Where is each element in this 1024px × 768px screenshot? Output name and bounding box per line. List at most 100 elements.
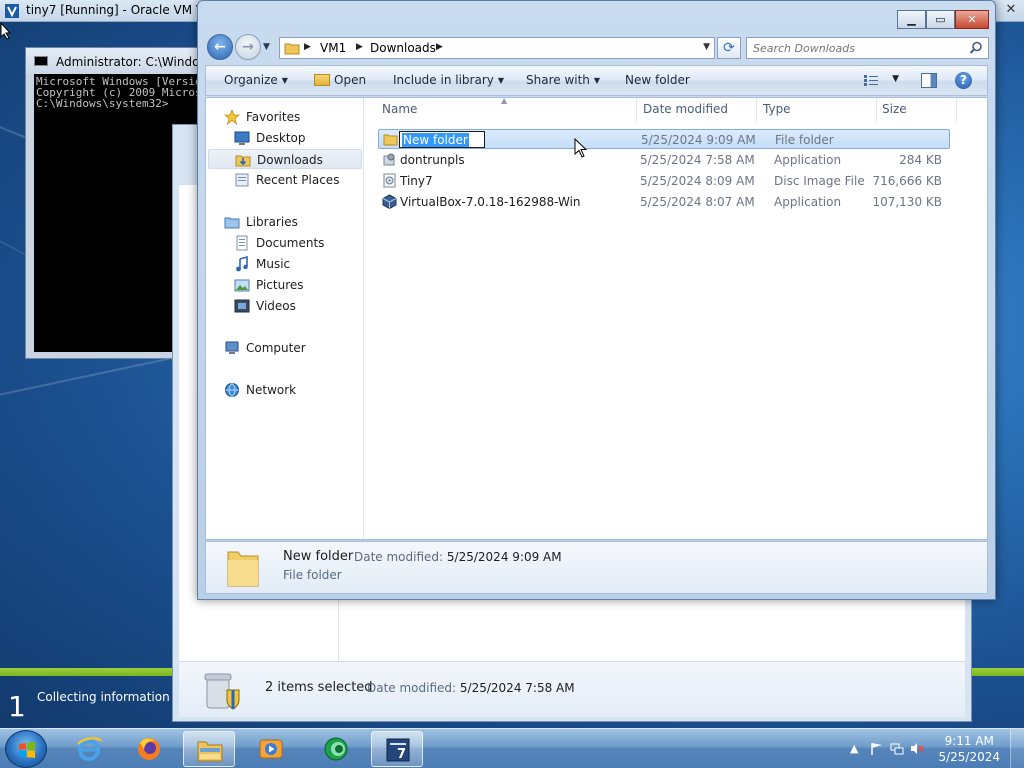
close-button[interactable]: ✕ <box>955 10 989 29</box>
file-list[interactable]: ▲ Name Date modified Type Size New folde… <box>364 96 987 539</box>
volume-muted-icon[interactable] <box>910 742 924 755</box>
column-divider[interactable] <box>636 98 637 122</box>
system-tray: ▲ 9:11 AM 5/25/2024 <box>834 729 1024 768</box>
rename-input[interactable]: New folder <box>399 131 485 148</box>
internet-explorer-icon <box>77 737 103 761</box>
nav-item-documents[interactable]: Documents <box>234 233 354 253</box>
view-options-dropdown-icon[interactable]: ▼ <box>892 74 899 84</box>
action-center-flag-icon[interactable] <box>870 742 884 755</box>
host-close-button[interactable]: ✕ <box>1002 2 1020 18</box>
console-icon <box>34 56 48 66</box>
mouse-cursor-icon <box>574 138 588 158</box>
nav-item-pictures[interactable]: Pictures <box>234 275 354 295</box>
recent-pages-dropdown[interactable]: ▼ <box>263 42 270 52</box>
start-button[interactable] <box>5 730 47 768</box>
chevron-down-icon: ▼ <box>593 76 601 85</box>
console-line: C:\Windows\system32> <box>36 97 169 110</box>
taskbar-firefox[interactable] <box>123 731 175 767</box>
open-button[interactable]: Open <box>314 73 366 87</box>
search-box[interactable] <box>746 37 989 59</box>
share-with-button[interactable]: Share with ▼ <box>526 73 600 87</box>
change-view-icon[interactable] <box>863 74 879 87</box>
cmd-title-bar[interactable]: Administrator: C:\Windows\system32\cmd.e… <box>26 48 333 74</box>
organize-button[interactable]: Organize ▼ <box>224 73 288 87</box>
column-header-name[interactable]: Name <box>382 102 417 116</box>
include-in-library-label: Include in library <box>393 73 494 87</box>
address-dropdown-icon[interactable]: ▼ <box>703 42 710 52</box>
file-row-tiny7[interactable]: Tiny7 5/25/2024 8:09 AM Disc Image File … <box>378 171 950 191</box>
minimize-button[interactable]: ▁ <box>897 10 926 29</box>
file-row-new-folder[interactable]: New folder 5/25/2024 9:09 AM File folder <box>378 129 950 149</box>
column-divider[interactable] <box>756 98 757 122</box>
nav-item-videos[interactable]: Videos <box>234 296 354 316</box>
nav-item-recent-places[interactable]: Recent Places <box>234 170 362 190</box>
nav-label: Pictures <box>256 278 304 292</box>
explorer-window[interactable]: ▁ ▭ ✕ ← → ▼ ▶ VM1 ▶ Downloads ▶ ▼ ⟳ Orga <box>197 0 996 600</box>
rename-selected-text: New folder <box>402 133 469 147</box>
maximize-button[interactable]: ▭ <box>926 10 955 29</box>
column-header-size[interactable]: Size <box>882 102 907 116</box>
nav-label: Videos <box>256 299 296 313</box>
nav-item-downloads[interactable]: Downloads <box>208 149 362 169</box>
network-tray-icon[interactable] <box>890 742 904 755</box>
caption-buttons: ▁ ▭ ✕ <box>897 10 989 29</box>
clock[interactable]: 9:11 AM 5/25/2024 <box>938 733 1000 765</box>
file-type: Disc Image File <box>774 174 865 188</box>
breadcrumb-separator-icon[interactable]: ▶ <box>304 42 311 52</box>
network-icon <box>225 383 239 398</box>
breadcrumb-separator-icon[interactable]: ▶ <box>436 42 443 52</box>
application-icon <box>383 153 395 166</box>
help-icon[interactable]: ? <box>955 72 972 89</box>
taskbar-windows-explorer[interactable] <box>183 731 235 767</box>
new-folder-button[interactable]: New folder <box>625 73 690 87</box>
show-desktop-button[interactable] <box>1010 729 1024 768</box>
nav-item-libraries[interactable]: Libraries <box>224 212 354 232</box>
search-input[interactable] <box>747 38 967 58</box>
taskbar-green-app[interactable] <box>310 731 362 767</box>
column-divider[interactable] <box>876 98 877 122</box>
clock-date: 5/25/2024 <box>938 750 1000 764</box>
file-date: 5/25/2024 8:09 AM <box>640 174 755 188</box>
breadcrumb-vm1[interactable]: VM1 <box>320 41 346 55</box>
show-hidden-icons-icon[interactable]: ▲ <box>850 742 864 755</box>
address-row: ← → ▼ ▶ VM1 ▶ Downloads ▶ ▼ ⟳ <box>205 33 989 61</box>
column-header-date-modified[interactable]: Date modified <box>643 102 728 116</box>
file-row-virtualbox-installer[interactable]: VirtualBox-7.0.18-162988-Win 5/25/2024 8… <box>378 192 950 212</box>
recent-places-icon <box>235 173 249 187</box>
taskbar-virtualbox[interactable]: 7 <box>371 731 423 767</box>
breadcrumb-separator-icon[interactable]: ▶ <box>356 42 363 52</box>
documents-icon <box>236 235 248 251</box>
column-header-type[interactable]: Type <box>763 102 791 116</box>
nav-item-favorites[interactable]: Favorites <box>224 107 354 127</box>
desktop-icon <box>234 131 250 145</box>
column-divider[interactable] <box>956 98 957 122</box>
nav-item-desktop[interactable]: Desktop <box>234 128 354 148</box>
status-date-value: 5/25/2024 7:58 AM <box>459 681 575 695</box>
taskbar-media-player[interactable] <box>245 731 297 767</box>
file-type: Application <box>774 195 842 209</box>
clock-time: 9:11 AM <box>944 734 994 748</box>
nav-item-network[interactable]: Network <box>224 380 354 400</box>
breadcrumb-downloads[interactable]: Downloads <box>370 41 436 55</box>
include-in-library-button[interactable]: Include in library ▼ <box>393 73 504 87</box>
file-row-dontrunpls[interactable]: dontrunpls 5/25/2024 7:58 AM Application… <box>378 150 950 170</box>
file-type: Application <box>774 153 842 167</box>
preview-pane-icon[interactable] <box>921 73 937 88</box>
details-date-value: 5/25/2024 9:09 AM <box>446 550 562 564</box>
nav-label: Favorites <box>246 110 301 124</box>
search-icon[interactable] <box>969 41 983 55</box>
downloads-folder-icon <box>235 155 251 167</box>
refresh-button[interactable]: ⟳ <box>717 37 741 59</box>
details-item-type: File folder <box>283 568 342 582</box>
status-selection-count: 2 items selected <box>265 680 373 695</box>
progress-bar-right <box>972 668 1024 676</box>
back-button[interactable]: ← <box>207 34 233 60</box>
collecting-information-notice: 1 Collecting information <box>0 668 172 728</box>
nav-item-music[interactable]: Music <box>234 254 354 274</box>
address-bar[interactable]: ▶ VM1 ▶ Downloads ▶ ▼ <box>279 37 715 59</box>
taskbar-internet-explorer[interactable] <box>63 731 115 767</box>
nav-label: Computer <box>246 341 306 355</box>
navigation-pane[interactable]: Favorites Desktop Downloads Recent Place… <box>206 98 364 539</box>
nav-item-computer[interactable]: Computer <box>224 338 354 358</box>
forward-button[interactable]: → <box>235 34 261 60</box>
